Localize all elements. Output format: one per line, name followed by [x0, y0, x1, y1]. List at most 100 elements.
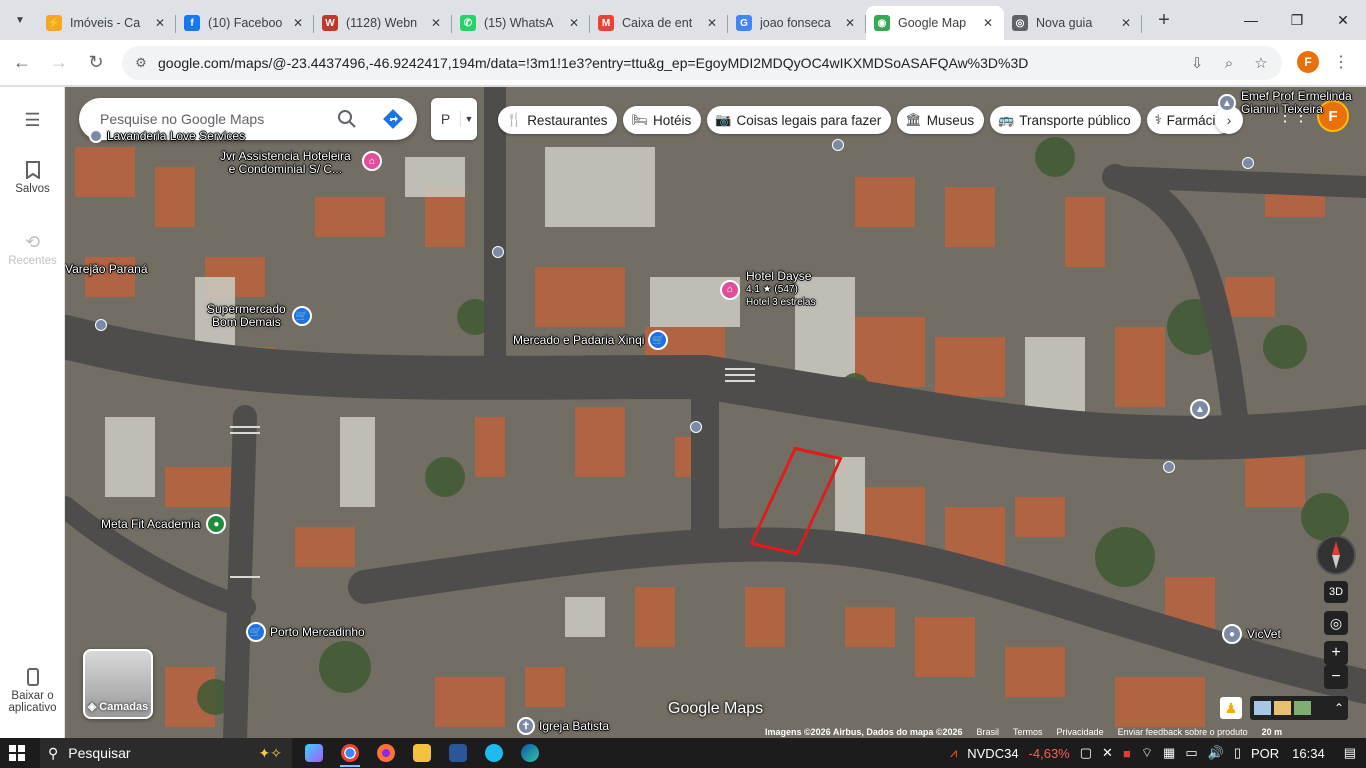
- poi-hotel-dayse[interactable]: ⌂ Hotel Dayse 4,1 ★ (547) Hotel 3 estrel…: [720, 270, 815, 309]
- poi-metafit[interactable]: Meta Fit Academia ●: [101, 514, 227, 534]
- browser-tab[interactable]: Gjoao fonseca ✕: [728, 6, 866, 40]
- zoom-icon[interactable]: ⌕: [1216, 50, 1242, 76]
- layers-button[interactable]: ◈ Camadas: [83, 649, 153, 719]
- school-pin-icon[interactable]: ▲: [1190, 399, 1210, 419]
- reload-button[interactable]: ↻: [79, 46, 113, 80]
- zoom-in-button[interactable]: +: [1324, 641, 1348, 665]
- terrain-layer-thumb[interactable]: [1294, 701, 1311, 715]
- recent-button[interactable]: ⟲ Recentes: [0, 229, 65, 268]
- hotel-pin-icon[interactable]: ⌂: [362, 151, 382, 171]
- tab-close-icon[interactable]: ✕: [428, 15, 444, 31]
- site-info-icon[interactable]: ⚙: [128, 50, 154, 76]
- bus-stop-icon[interactable]: [1163, 461, 1175, 473]
- directions-icon[interactable]: [381, 107, 405, 131]
- back-button[interactable]: ←: [5, 46, 39, 80]
- terms-link[interactable]: Termos: [1013, 727, 1043, 737]
- browser-tab[interactable]: ⚡ Imóveis - Ca ✕: [38, 6, 176, 40]
- bookmark-star-icon[interactable]: ☆: [1248, 50, 1274, 76]
- layer-type-toggle[interactable]: P ▼: [431, 98, 477, 140]
- url-text[interactable]: google.com/maps/@-23.4437496,-46.9242417…: [158, 55, 1168, 71]
- poi-supermercado[interactable]: Supermercado Bom Demais 🛒: [207, 303, 312, 329]
- browser-profile-avatar[interactable]: F: [1297, 51, 1319, 73]
- poi-lavanderia[interactable]: Lavanderia Love Services: [89, 129, 245, 143]
- browser-tab[interactable]: f (10) Faceboo ✕: [176, 6, 314, 40]
- minimize-button[interactable]: —: [1228, 0, 1274, 40]
- region-link[interactable]: Brasil: [977, 727, 1000, 737]
- close-window-button[interactable]: ✕: [1320, 0, 1366, 40]
- ie-app[interactable]: [476, 738, 512, 768]
- download-app-button[interactable]: Baixar o aplicativo: [0, 664, 65, 714]
- firefox-app[interactable]: [368, 738, 404, 768]
- chevron-up-icon[interactable]: ⌃: [1334, 701, 1344, 715]
- clock[interactable]: 16:34: [1292, 746, 1325, 761]
- antivirus-icon[interactable]: ■: [1123, 746, 1131, 761]
- search-input[interactable]: [100, 111, 330, 127]
- compass-control[interactable]: [1316, 535, 1356, 575]
- saved-button[interactable]: Salvos: [0, 157, 65, 195]
- category-chip[interactable]: 🏛 Museus: [897, 106, 985, 134]
- my-location-button[interactable]: ◎: [1324, 611, 1348, 635]
- layer-thumbnails[interactable]: ⌃: [1250, 696, 1348, 720]
- install-app-icon[interactable]: ⇩: [1184, 50, 1210, 76]
- poi-vicvet[interactable]: ● VicVet: [1222, 624, 1281, 644]
- browser-tab[interactable]: W (1128) Webn ✕: [314, 6, 452, 40]
- poi-assistencia[interactable]: Jvr Assistencia Hoteleira e Condominial …: [220, 150, 351, 176]
- poi-igreja[interactable]: ✝ Igreja Batista: [517, 717, 609, 735]
- feedback-link[interactable]: Enviar feedback sobre o produto: [1118, 727, 1248, 737]
- bus-stop-icon[interactable]: [1242, 157, 1254, 169]
- tab-close-icon[interactable]: ✕: [1118, 15, 1134, 31]
- privacy-link[interactable]: Privacidade: [1057, 727, 1104, 737]
- bus-stop-icon[interactable]: [832, 139, 844, 151]
- battery-icon[interactable]: ▯: [1234, 745, 1241, 761]
- taskbar-search[interactable]: ⚲ Pesquisar ✦✧: [40, 738, 292, 768]
- chrome-app[interactable]: [332, 738, 368, 768]
- category-chip[interactable]: 🚌 Transporte público: [990, 106, 1141, 134]
- zoom-out-button[interactable]: −: [1324, 665, 1348, 689]
- copilot-app[interactable]: [296, 738, 332, 768]
- category-chip[interactable]: 📷 Coisas legais para fazer: [707, 106, 892, 134]
- taskbar-tray-icon-1[interactable]: ▢: [1080, 745, 1092, 761]
- poi-mercado-xinqi[interactable]: Mercado e Padaria Xinqi 🛒: [513, 330, 669, 350]
- stock-change[interactable]: -4,63%: [1029, 746, 1070, 761]
- tab-close-icon[interactable]: ✕: [842, 15, 858, 31]
- wifi-icon[interactable]: ⌔: [1141, 745, 1153, 761]
- windows-start-button[interactable]: [0, 738, 34, 768]
- poi-emef[interactable]: ▲ Emef Prof Ermelinda Gianini Teixeira: [1218, 90, 1352, 116]
- display-icon[interactable]: ▭: [1185, 745, 1197, 761]
- tab-close-icon[interactable]: ✕: [566, 15, 582, 31]
- search-icon[interactable]: [335, 107, 359, 131]
- notifications-icon[interactable]: ▤: [1344, 745, 1356, 761]
- volume-icon[interactable]: 🔊: [1208, 745, 1224, 761]
- mute-icon[interactable]: ✕: [1102, 745, 1113, 761]
- category-chip[interactable]: 🛏 Hotéis: [623, 106, 702, 134]
- edge-app[interactable]: [512, 738, 548, 768]
- poi-porto-mercadinho[interactable]: 🛒 Porto Mercadinho: [246, 622, 365, 642]
- address-bar[interactable]: ⚙ google.com/maps/@-23.4437496,-46.92424…: [122, 46, 1282, 80]
- traffic-layer-thumb[interactable]: [1274, 701, 1291, 715]
- restore-button[interactable]: ❐: [1274, 0, 1320, 40]
- new-tab-button[interactable]: +: [1150, 6, 1178, 34]
- browser-tab[interactable]: ◎ Nova guia ✕: [1004, 6, 1142, 40]
- tab-close-icon[interactable]: ✕: [152, 15, 168, 31]
- browser-tab[interactable]: M Caixa de ent ✕: [590, 6, 728, 40]
- transit-layer-thumb[interactable]: [1254, 701, 1271, 715]
- stock-symbol[interactable]: NVDC34: [967, 746, 1018, 761]
- tab-search-icon[interactable]: ▼: [6, 6, 34, 34]
- file-explorer-app[interactable]: [404, 738, 440, 768]
- pegman-icon[interactable]: ♟: [1220, 697, 1242, 719]
- tab-close-icon[interactable]: ✕: [980, 15, 996, 31]
- network-icon[interactable]: ▦: [1163, 745, 1175, 761]
- category-chip[interactable]: 🍴 Restaurantes: [498, 106, 618, 134]
- language-indicator[interactable]: POR: [1251, 746, 1279, 761]
- tab-close-icon[interactable]: ✕: [704, 15, 720, 31]
- poi-varejao[interactable]: Varejão Paraná: [65, 263, 148, 276]
- word-app[interactable]: [440, 738, 476, 768]
- bus-stop-icon[interactable]: [492, 246, 504, 258]
- tab-close-icon[interactable]: ✕: [290, 15, 306, 31]
- bus-stop-icon[interactable]: [690, 421, 702, 433]
- browser-menu-icon[interactable]: ⋮: [1328, 49, 1354, 75]
- bus-stop-icon[interactable]: [95, 319, 107, 331]
- forward-button[interactable]: →: [42, 46, 76, 80]
- browser-tab[interactable]: ◉ Google Map ✕: [866, 6, 1004, 40]
- satellite-map[interactable]: P ▼ 🍴 Restaurantes 🛏 Hotéis 📷 Coisas legais p…: [65, 87, 1366, 738]
